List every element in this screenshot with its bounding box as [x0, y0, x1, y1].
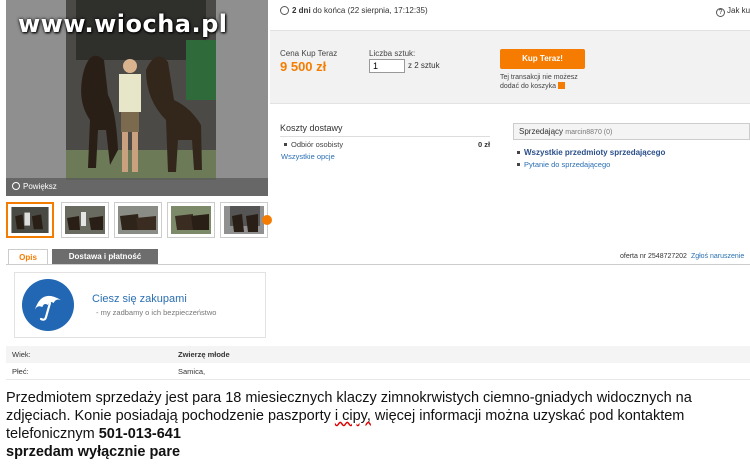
- attribute-key: Płeć:: [12, 367, 29, 376]
- attribute-key: Wiek:: [12, 350, 31, 359]
- bullet-icon: [284, 143, 287, 146]
- divider: [280, 136, 490, 137]
- zoom-bar[interactable]: Powiększ: [6, 178, 268, 196]
- ask-seller-label: Pytanie do sprzedającego: [524, 160, 611, 169]
- auction-timer: 2 dni do końca (22 sierpnia, 17:12:35): [280, 6, 428, 15]
- time-left-bold: 2 dni: [292, 6, 311, 15]
- price-value: 9 500 zł: [280, 59, 327, 74]
- time-left-rest: do końca (22 sierpnia, 17:12:35): [310, 6, 428, 15]
- seller-nick: marcin8870 (0): [565, 129, 613, 136]
- attribute-row: Wiek: Zwierzę młode: [6, 346, 750, 363]
- thumbnail-image: [118, 206, 158, 234]
- buy-now-button[interactable]: Kup Teraz!: [500, 49, 585, 69]
- thumbnail[interactable]: [220, 202, 268, 238]
- seller-label: Sprzedający: [519, 127, 564, 136]
- bullet-icon: [517, 151, 520, 154]
- tab-divider: [6, 264, 750, 265]
- thumbnail-image: [65, 206, 105, 234]
- zoom-label: Powiększ: [23, 182, 57, 191]
- shipping-option-label: Odbiór osobisty: [291, 140, 344, 149]
- info-icon: [558, 82, 565, 89]
- thumbnail[interactable]: [61, 202, 109, 238]
- help-icon: ?: [716, 8, 725, 17]
- watermark-text: www.wiocha.pl: [18, 10, 228, 38]
- description-highlight: i cipy,: [334, 408, 371, 424]
- thumbnail[interactable]: [167, 202, 215, 238]
- tab-delivery-payment[interactable]: Dostawa i płatność: [52, 249, 158, 264]
- attribute-row: Płeć: Samica,: [6, 363, 750, 380]
- seller-all-items-link[interactable]: Wszystkie przedmioty sprzedającego: [517, 148, 665, 157]
- seller-box[interactable]: Sprzedający marcin8870 (0): [513, 123, 750, 140]
- quantity-label: Liczba sztuk:: [369, 49, 416, 58]
- umbrella-glyph: [34, 295, 62, 321]
- thumbnail[interactable]: [114, 202, 162, 238]
- thumbnail-image: [171, 206, 211, 234]
- umbrella-icon: [22, 279, 74, 331]
- buyer-protection-title: Ciesz się zakupami: [92, 293, 187, 305]
- report-violation-link[interactable]: Zgłoś naruszenie: [691, 253, 744, 260]
- ask-seller-link[interactable]: Pytanie do sprzedającego: [517, 160, 610, 169]
- quantity-of-text: z 2 sztuk: [408, 61, 440, 70]
- thumbnails-next-button[interactable]: [262, 215, 272, 225]
- magnifier-icon: [12, 182, 20, 190]
- description-closing: sprzedam wyłącznie pare: [6, 444, 181, 460]
- cart-note-text: Tej transakcji nie możesz dodać do koszy…: [500, 74, 578, 90]
- thumbnail-strip: [6, 202, 268, 240]
- cart-note: Tej transakcji nie możesz dodać do koszy…: [500, 73, 590, 91]
- help-link[interactable]: ? Jak ku: [716, 6, 750, 17]
- shipping-option-price: 0 zł: [478, 140, 491, 149]
- seller-all-items-label: Wszystkie przedmioty sprzedającego: [524, 148, 666, 157]
- clock-icon: [280, 6, 289, 15]
- phone-number: 501-013-641: [98, 426, 181, 442]
- shipping-title: Koszty dostawy: [280, 123, 343, 133]
- thumbnail-image: [11, 207, 49, 233]
- offer-number: oferta nr 2548727202: [620, 253, 687, 260]
- attribute-value: Zwierzę młode: [178, 350, 230, 359]
- offer-number-bar: oferta nr 2548727202 Zgłoś naruszenie: [620, 253, 744, 260]
- thumbnail[interactable]: [6, 202, 54, 238]
- bullet-icon: [517, 163, 520, 166]
- quantity-input[interactable]: [369, 59, 405, 73]
- all-shipping-options-link[interactable]: Wszystkie opcje: [281, 152, 335, 161]
- attribute-value: Samica,: [178, 367, 206, 376]
- price-label: Cena Kup Teraz: [280, 49, 338, 58]
- thumbnail-image: [224, 206, 264, 234]
- help-label: Jak ku: [727, 6, 750, 15]
- buyer-protection-subtitle: - my zadbamy o ich bezpieczeństwo: [96, 308, 217, 317]
- item-description: Przedmiotem sprzedaży jest para 18 miesi…: [6, 389, 746, 461]
- tab-opis[interactable]: Opis: [8, 249, 48, 264]
- shipping-option: Odbiór osobisty: [284, 140, 343, 149]
